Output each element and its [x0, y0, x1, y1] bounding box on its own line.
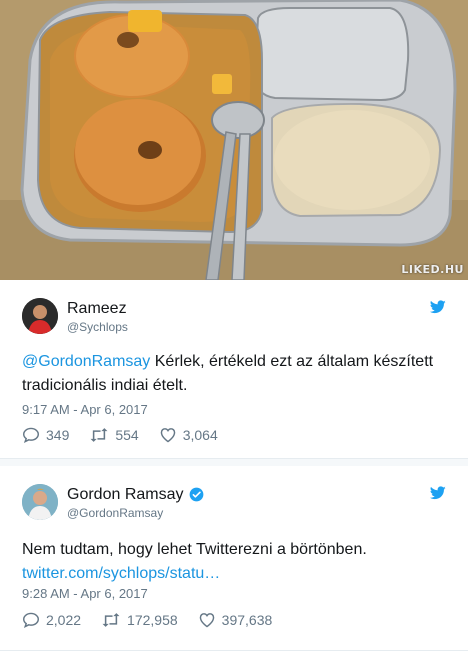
reply-count: 349: [46, 427, 70, 443]
tweet-rameez: Rameez @Sychlops @GordonRamsay Kérlek, é…: [0, 280, 468, 459]
twitter-bird-icon[interactable]: [430, 300, 446, 314]
avatar[interactable]: [22, 484, 58, 520]
tweet-text: Nem tudtam, hogy lehet Twitterezni a bör…: [22, 538, 442, 586]
retweet-icon: [90, 428, 108, 442]
food-photo: LIKED.HU: [0, 0, 468, 280]
tweet-link[interactable]: twitter.com/sychlops/statu…: [22, 565, 220, 582]
tweet-actions: 2,022 172,958 397,638: [22, 612, 292, 628]
retweet-count: 554: [115, 427, 139, 443]
retweet-button[interactable]: 554: [89, 427, 139, 443]
reply-count: 2,022: [46, 612, 82, 628]
avatar[interactable]: [22, 298, 58, 334]
reply-button[interactable]: 2,022: [22, 612, 81, 628]
like-count: 3,064: [182, 427, 218, 443]
like-count: 397,638: [221, 612, 273, 628]
retweet-count: 172,958: [127, 612, 178, 628]
verified-badge-icon: [189, 487, 203, 502]
twitter-bird-icon[interactable]: [430, 486, 446, 500]
display-name[interactable]: Rameez: [67, 300, 127, 318]
like-button[interactable]: 3,064: [159, 427, 218, 443]
user-handle[interactable]: @Sychlops: [67, 320, 128, 334]
heart-icon: [199, 613, 214, 628]
mention-link[interactable]: @GordonRamsay: [22, 353, 150, 370]
reply-button[interactable]: 349: [22, 427, 69, 443]
food-photo-illustration: [0, 0, 468, 280]
retweet-button[interactable]: 172,958: [101, 612, 178, 628]
timestamp[interactable]: 9:17 AM - Apr 6, 2017: [22, 402, 148, 417]
display-name: Gordon Ramsay: [67, 486, 204, 504]
retweet-icon: [102, 613, 120, 627]
heart-icon: [160, 428, 175, 443]
watermark: LIKED.HU: [401, 263, 464, 276]
tweet-gordon-ramsay: Gordon Ramsay @GordonRamsay Nem tudtam, …: [0, 466, 468, 651]
user-handle[interactable]: @GordonRamsay: [67, 506, 163, 520]
tweet-text: @GordonRamsay Kérlek, értékeld ezt az ál…: [22, 350, 442, 398]
reply-icon: [22, 427, 40, 443]
tweet-body: Nem tudtam, hogy lehet Twitterezni a bör…: [22, 541, 367, 558]
display-name-text[interactable]: Gordon Ramsay: [67, 486, 184, 503]
timestamp[interactable]: 9:28 AM - Apr 6, 2017: [22, 586, 148, 601]
reply-icon: [22, 612, 40, 628]
tweet-actions: 349 554 3,064: [22, 427, 238, 443]
like-button[interactable]: 397,638: [198, 612, 273, 628]
